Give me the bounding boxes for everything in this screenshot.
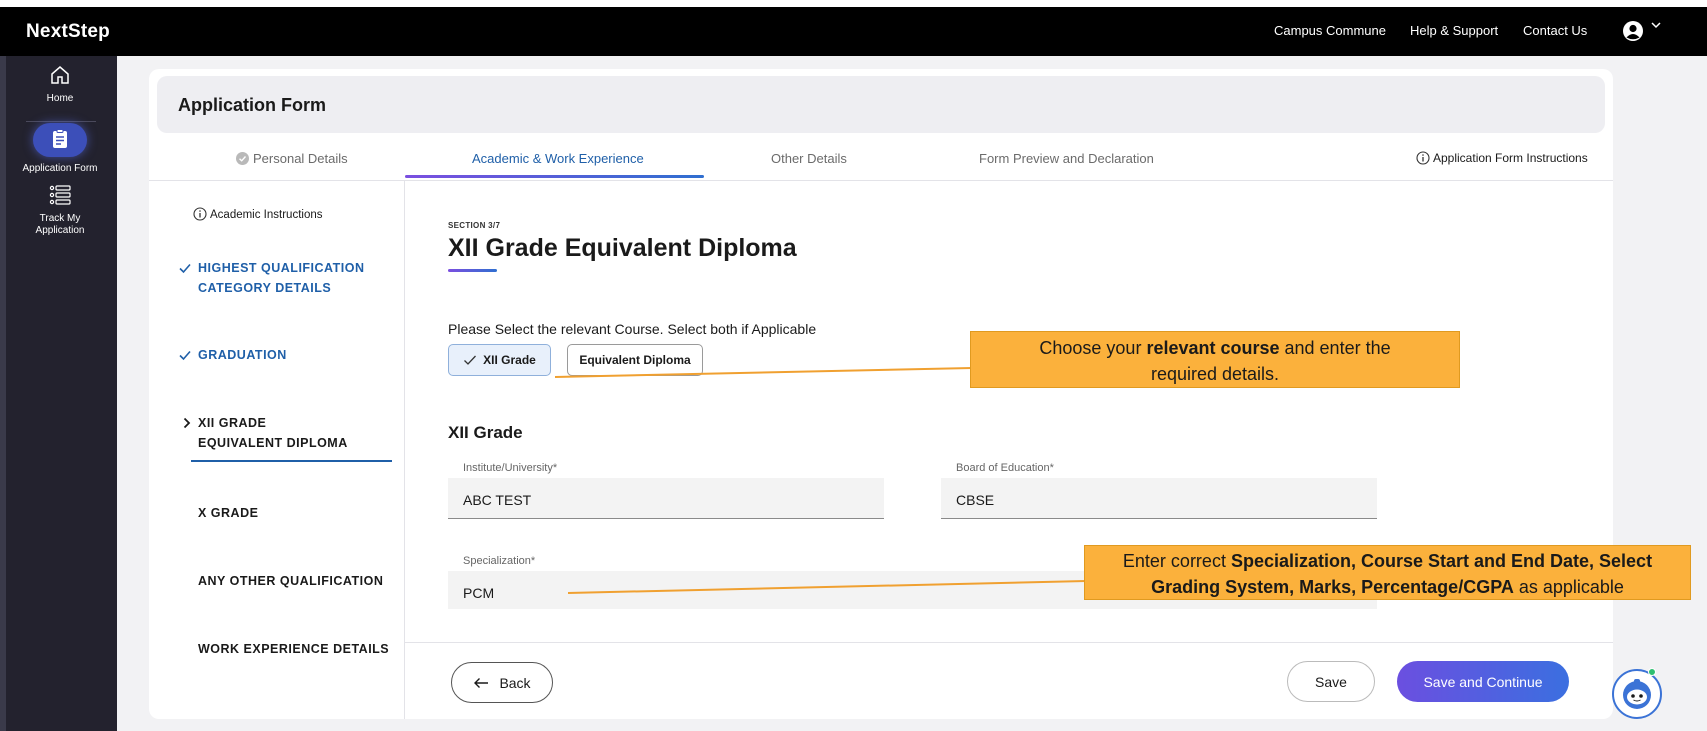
tab-academic-work-experience[interactable]: Academic & Work Experience: [472, 151, 644, 166]
section-counter: SECTION 3/7: [448, 221, 501, 230]
check-icon: [179, 263, 191, 274]
footer-divider: [405, 642, 1613, 643]
rail-item-application-form-label: Application Form: [22, 163, 98, 174]
board-input[interactable]: CBSE: [941, 478, 1377, 519]
tabs-divider: [149, 180, 1613, 181]
chevron-down-icon[interactable]: [1650, 19, 1662, 31]
page-title: Application Form: [178, 95, 326, 115]
save-and-continue-button[interactable]: Save and Continue: [1397, 661, 1569, 702]
section-nav-active-underline: [191, 460, 392, 462]
section-title: XII Grade Equivalent Diploma: [448, 234, 797, 262]
tab-personal-details-label: Personal Details: [253, 151, 348, 166]
callout-1-text-c: and enter the: [1279, 338, 1391, 358]
callout-1-text-b: relevant course: [1146, 338, 1280, 358]
info-icon: [193, 207, 207, 221]
check-circle-icon: [236, 152, 249, 165]
application-card: [149, 69, 1613, 719]
application-form-instructions-label: Application Form Instructions: [1433, 151, 1588, 165]
rail-item-home[interactable]: Home: [8, 64, 112, 104]
callout-2-text-a: Enter correct: [1122, 551, 1231, 571]
tab-other-details[interactable]: Other Details: [771, 151, 847, 166]
rail-item-application-form[interactable]: Application Form: [8, 128, 112, 174]
section-title-underline: [448, 269, 497, 272]
rail-item-home-label: Home: [46, 93, 74, 104]
callout-course-tip: Choose your relevant course and enter th…: [970, 331, 1460, 388]
tab-form-preview[interactable]: Form Preview and Declaration: [979, 151, 1154, 166]
rail-item-track-application[interactable]: Track My Application: [8, 184, 112, 237]
check-icon: [464, 355, 477, 365]
card-header: [157, 76, 1605, 133]
top-navbar: NextStep Campus Commune Help & Support C…: [0, 7, 1707, 56]
section-nav-xii-line-2: EQUIVALENT DIPLOMA: [198, 436, 348, 450]
info-icon: [1416, 151, 1430, 165]
callout-specialization-tip: Enter correct Specialization, Course Sta…: [1084, 545, 1691, 600]
back-button-label: Back: [499, 674, 531, 691]
arrow-left-icon: [474, 677, 489, 688]
active-tab-underline: [405, 175, 704, 178]
tab-personal-details[interactable]: Personal Details: [236, 151, 348, 166]
section-nav-any-other-qualification[interactable]: ANY OTHER QUALIFICATION: [198, 571, 383, 591]
home-icon: [51, 66, 69, 84]
rail-item-track-application-label: Track My Application: [35, 213, 85, 236]
institute-input[interactable]: ABC TEST: [448, 478, 884, 519]
check-icon: [179, 350, 191, 361]
callout-2-text-d: as applicable: [1513, 577, 1624, 597]
callout-2-text-c: Grading System, Marks, Percentage/CGPA: [1151, 577, 1514, 597]
chip-xii-grade[interactable]: XII Grade: [448, 344, 551, 376]
callout-2-text-b: Specialization, Course Start and End Dat…: [1230, 551, 1653, 571]
callout-1-text-d: required details.: [1150, 364, 1280, 384]
nav-help-support[interactable]: Help & Support: [1410, 23, 1498, 38]
user-avatar-icon[interactable]: [1622, 20, 1644, 42]
institute-label: Institute/University*: [463, 462, 558, 474]
save-button[interactable]: Save: [1287, 661, 1375, 702]
callout-1-text-a: Choose your: [1039, 338, 1147, 358]
section-nav-highest-qualification[interactable]: HIGHEST QUALIFICATION CATEGORY DETAILS: [198, 258, 365, 298]
online-status-dot: [1648, 668, 1656, 676]
chatbot-button[interactable]: [1612, 669, 1662, 719]
academic-instructions-label: Academic Instructions: [210, 209, 323, 221]
rail-divider: [26, 121, 96, 122]
chatbot-icon: [1623, 679, 1651, 709]
chip-xii-grade-label: XII Grade: [483, 353, 536, 367]
section-nav-highest-line-2: CATEGORY DETAILS: [198, 281, 332, 295]
nav-contact-us[interactable]: Contact Us: [1523, 23, 1587, 38]
application-form-instructions-link[interactable]: Application Form Instructions: [1416, 151, 1588, 165]
section-nav-divider: [404, 181, 405, 719]
section-nav-x-grade[interactable]: X GRADE: [198, 503, 258, 523]
callout-leader-line-1: [555, 367, 973, 378]
xii-grade-subheading: XII Grade: [448, 423, 523, 442]
section-nav-graduation[interactable]: GRADUATION: [198, 345, 287, 365]
board-label: Board of Education*: [956, 462, 1054, 474]
section-nav-xii-grade[interactable]: XII GRADE EQUIVALENT DIPLOMA: [198, 413, 348, 453]
rail-edge: [0, 56, 6, 731]
brand-logo[interactable]: NextStep: [26, 21, 110, 43]
section-nav-highest-line-1: HIGHEST QUALIFICATION: [198, 261, 365, 275]
academic-instructions-link[interactable]: Academic Instructions: [193, 205, 323, 225]
nav-campus-commune[interactable]: Campus Commune: [1274, 23, 1386, 38]
specialization-label: Specialization*: [463, 555, 536, 567]
section-nav-work-experience[interactable]: WORK EXPERIENCE DETAILS: [198, 639, 389, 659]
section-nav-xii-line-1: XII GRADE: [198, 416, 267, 430]
list-icon: [49, 185, 71, 205]
callout-leader-line-2: [568, 580, 1087, 594]
top-strip: [0, 0, 1707, 7]
clipboard-icon: [53, 129, 67, 148]
chevron-right-icon: [183, 417, 191, 429]
course-select-prompt: Please Select the relevant Course. Selec…: [448, 321, 817, 337]
back-button[interactable]: Back: [451, 662, 553, 703]
